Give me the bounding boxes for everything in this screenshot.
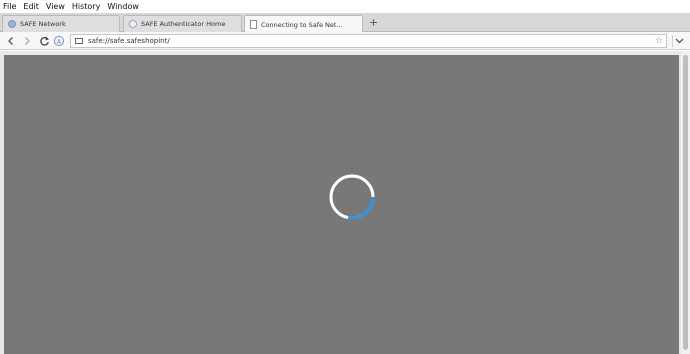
- safe-app-icon: [129, 20, 137, 28]
- tab-label: SAFE Network: [20, 20, 66, 28]
- url-text: safe://safe.safeshopint/: [88, 37, 170, 45]
- tab-connecting[interactable]: Connecting to Safe Net...: [244, 15, 363, 33]
- globe-icon: [8, 20, 16, 28]
- browser-content: [0, 51, 690, 354]
- chevron-right-icon: [25, 37, 30, 45]
- page-icon: [75, 38, 83, 44]
- chevron-left-icon: [8, 37, 13, 45]
- page-viewport: [4, 55, 679, 354]
- menu-view[interactable]: View: [46, 0, 65, 13]
- reload-icon: [39, 36, 49, 46]
- document-icon: [250, 20, 257, 29]
- menu-file[interactable]: File: [3, 0, 16, 13]
- bookmark-star-icon[interactable]: ☆: [655, 35, 663, 47]
- vertical-scrollbar[interactable]: [681, 51, 690, 354]
- back-button[interactable]: [4, 34, 18, 48]
- navigation-bar: A safe://safe.safeshopint/ ☆: [0, 32, 690, 50]
- tab-label: SAFE Authenticator Home: [141, 20, 226, 28]
- safe-network-icon: A: [53, 35, 65, 47]
- menu-edit[interactable]: Edit: [23, 0, 39, 13]
- address-bar[interactable]: safe://safe.safeshopint/ ☆: [70, 34, 667, 48]
- new-tab-button[interactable]: +: [369, 16, 378, 30]
- tab-safe-authenticator[interactable]: SAFE Authenticator Home: [123, 15, 242, 32]
- tab-safe-network[interactable]: SAFE Network: [2, 15, 120, 32]
- menu-history[interactable]: History: [72, 0, 100, 13]
- tab-strip: SAFE Network SAFE Authenticator Home Con…: [0, 13, 690, 33]
- forward-button[interactable]: [20, 34, 34, 48]
- tab-label: Connecting to Safe Net...: [261, 20, 343, 29]
- safe-browser-button[interactable]: A: [52, 34, 66, 48]
- browser-menu-button[interactable]: [672, 35, 686, 47]
- scrollbar-thumb[interactable]: [683, 55, 688, 350]
- menu-window[interactable]: Window: [107, 0, 139, 13]
- menu-bar: File Edit View History Window: [0, 0, 690, 13]
- reload-button[interactable]: [37, 34, 51, 48]
- loading-spinner: [329, 174, 375, 220]
- chevron-down-icon: [675, 38, 684, 44]
